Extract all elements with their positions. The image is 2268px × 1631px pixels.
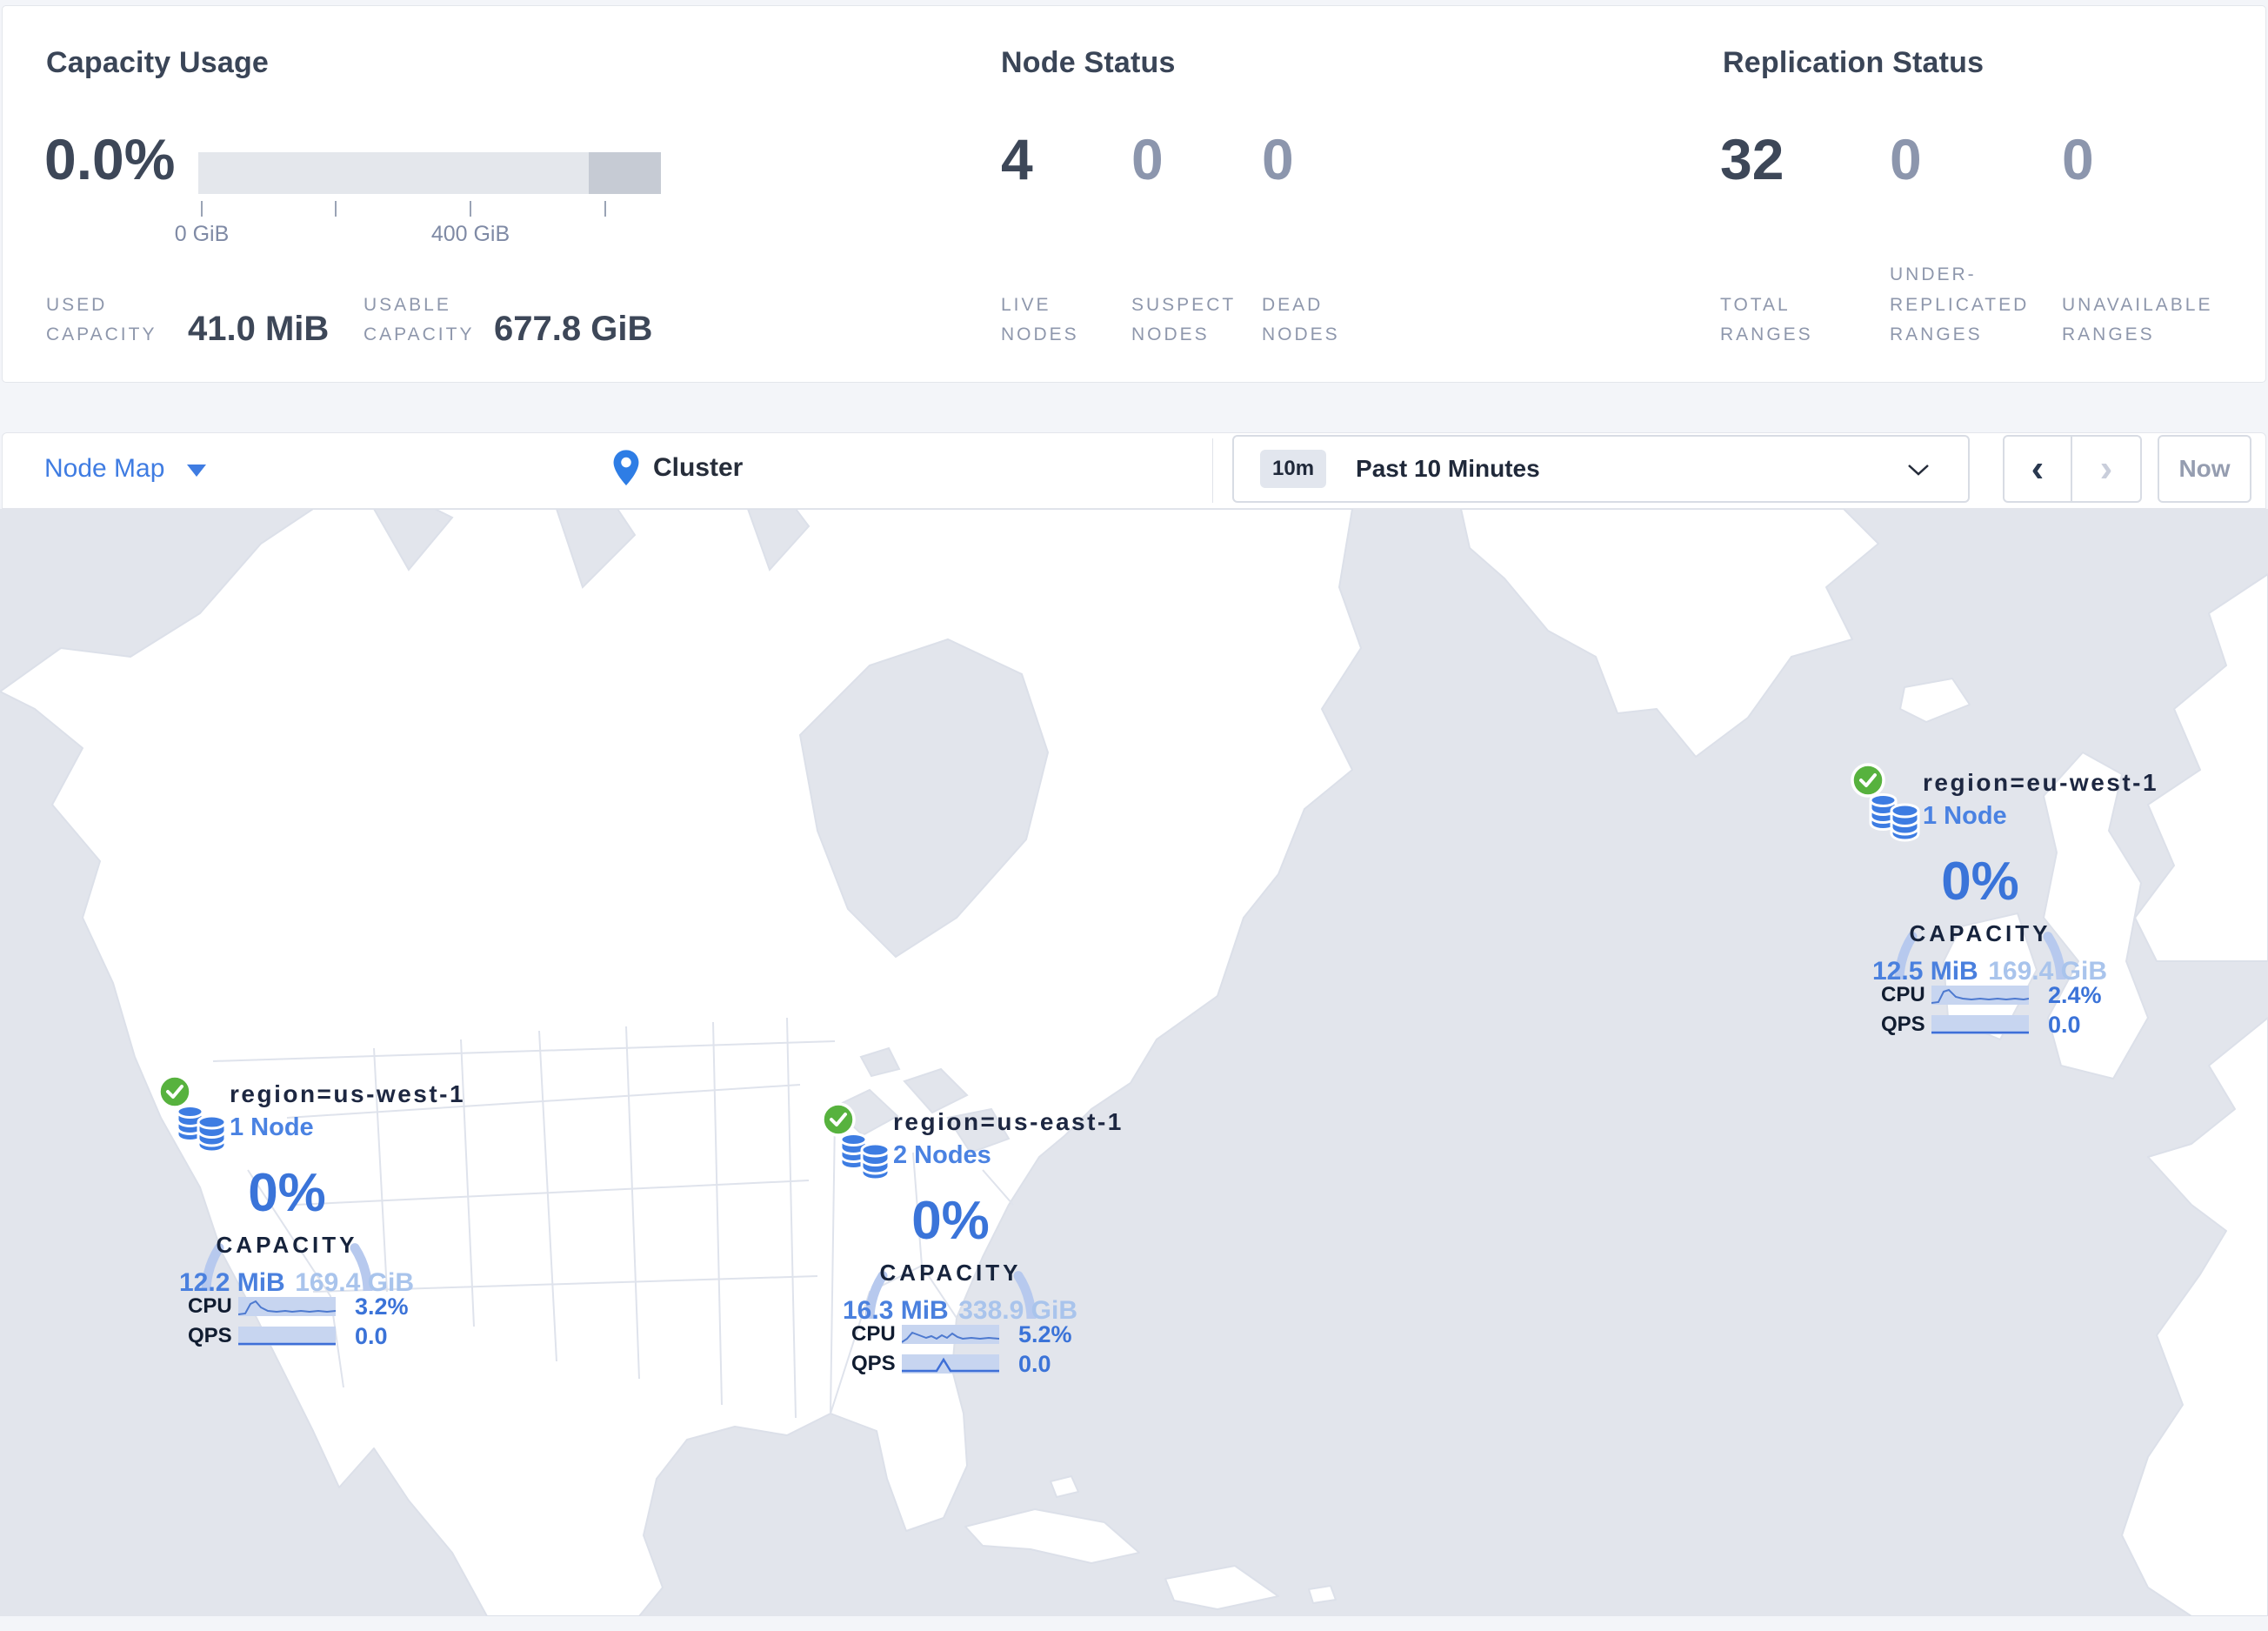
- capacity-gauge: 0% CAPACITY: [200, 1117, 374, 1291]
- time-prev-button[interactable]: ‹: [2005, 437, 2073, 501]
- toolbar-divider: [1212, 438, 1213, 503]
- used-capacity: 12.2 MiB: [179, 1268, 285, 1297]
- capacity-bar-nonusable-segment: [589, 152, 661, 194]
- cpu-label: CPU: [1881, 983, 1925, 1006]
- capacity-axis-label-0: 0 GiB: [174, 222, 230, 246]
- under-replicated-ranges-value: 0: [1890, 127, 1922, 191]
- capacity-usage-title: Capacity Usage: [46, 46, 270, 79]
- usable-capacity-label: USABLE CAPACITY: [364, 294, 475, 345]
- region-marker-us-west-1[interactable]: region=us-west-1 1 Node 0% CAPACITY 12.2…: [155, 1068, 464, 1364]
- qps-value: 0.0: [2048, 1011, 2081, 1038]
- view-selector-dropdown[interactable]: Node Map: [44, 454, 207, 484]
- cpu-value: 2.4%: [2048, 981, 2102, 1008]
- qps-label: QPS: [188, 1324, 232, 1347]
- cpu-sparkline: [1931, 986, 2029, 1005]
- capacity-used-percent: 0.0%: [44, 127, 176, 191]
- time-now-button[interactable]: Now: [2158, 435, 2251, 503]
- breadcrumb-label: Cluster: [653, 453, 744, 482]
- used-capacity: 12.5 MiB: [1872, 957, 1978, 986]
- cpu-sparkline: [238, 1297, 336, 1316]
- total-ranges-label: TOTAL RANGES: [1720, 294, 1813, 345]
- view-selector-label: Node Map: [44, 454, 165, 483]
- time-nav-group: ‹ ›: [2003, 435, 2142, 503]
- gauge-capacity-label: CAPACITY: [216, 1232, 358, 1258]
- replication-status-title: Replication Status: [1723, 46, 1984, 79]
- used-capacity-value: 41.0 MiB: [188, 310, 330, 348]
- region-label: region=eu-west-1: [1923, 769, 2159, 796]
- qps-value: 0.0: [355, 1322, 388, 1349]
- breadcrumb[interactable]: Cluster: [611, 449, 743, 487]
- time-range-dropdown[interactable]: 10m Past 10 Minutes: [1232, 435, 1970, 503]
- qps-value: 0.0: [1018, 1350, 1051, 1377]
- gauge-percent: 0%: [911, 1191, 990, 1251]
- node-status-title: Node Status: [1001, 46, 1176, 79]
- region-marker-us-east-1[interactable]: region=us-east-1 2 Nodes 0% CAPACITY 16.…: [818, 1096, 1121, 1392]
- used-capacity-label: USED CAPACITY: [46, 294, 157, 345]
- capacity-bar: [198, 152, 661, 194]
- world-map: [0, 509, 2268, 1616]
- qps-sparkline: [902, 1354, 999, 1374]
- region-marker-eu-west-1[interactable]: region=eu-west-1 1 Node 0% CAPACITY 12.5…: [1848, 757, 2157, 1053]
- live-nodes-label: LIVE NODES: [1001, 294, 1079, 345]
- cpu-sparkline: [902, 1325, 999, 1344]
- capacity-axis-tick: [604, 201, 606, 217]
- time-range-label: Past 10 Minutes: [1356, 455, 1540, 482]
- suspect-nodes-value: 0: [1131, 127, 1164, 191]
- time-next-button[interactable]: ›: [2072, 437, 2140, 501]
- cpu-label: CPU: [188, 1294, 232, 1318]
- cluster-stats-panel: Capacity Usage 0.0% 0 GiB 400 GiB USED C…: [2, 5, 2266, 383]
- capacity-gauge: 0% CAPACITY: [864, 1145, 1037, 1319]
- cpu-label: CPU: [851, 1322, 896, 1346]
- live-nodes-value: 4: [1001, 127, 1033, 191]
- region-label: region=us-west-1: [230, 1080, 466, 1107]
- capacity-gauge: 0% CAPACITY: [1893, 805, 2067, 979]
- unavailable-ranges-label: UNAVAILABLE RANGES: [2062, 294, 2213, 345]
- capacity-axis-label-400: 400 GiB: [430, 222, 510, 246]
- suspect-nodes-label: SUSPECT NODES: [1131, 294, 1236, 345]
- under-replicated-ranges-label: UNDER-REPLICATED RANGES: [1890, 264, 2030, 345]
- gauge-percent: 0%: [248, 1163, 326, 1223]
- qps-sparkline: [238, 1327, 336, 1346]
- chevron-down-icon: [187, 465, 207, 477]
- cpu-value: 5.2%: [1018, 1320, 1072, 1347]
- gauge-capacity-label: CAPACITY: [879, 1260, 1022, 1286]
- gauge-percent: 0%: [1941, 852, 2019, 912]
- qps-sparkline: [1931, 1015, 2029, 1034]
- capacity-axis-tick: [335, 201, 337, 217]
- qps-label: QPS: [851, 1352, 896, 1375]
- map-pin-icon: [613, 450, 639, 485]
- node-map: region=us-west-1 1 Node 0% CAPACITY 12.2…: [0, 509, 2268, 1616]
- qps-label: QPS: [1881, 1013, 1925, 1036]
- used-capacity: 16.3 MiB: [843, 1296, 949, 1325]
- gauge-capacity-label: CAPACITY: [1909, 920, 2051, 946]
- capacity-axis-tick: [201, 201, 203, 217]
- region-label: region=us-east-1: [893, 1108, 1124, 1135]
- capacity-axis-tick: [470, 201, 471, 217]
- usable-capacity-value: 677.8 GiB: [494, 310, 653, 348]
- time-range-badge: 10m: [1260, 450, 1327, 488]
- map-toolbar: Node Map Cluster 10m Past 10 Minutes ‹ ›…: [2, 432, 2266, 509]
- cpu-value: 3.2%: [355, 1293, 409, 1320]
- dead-nodes-label: DEAD NODES: [1262, 294, 1340, 345]
- chevron-down-icon: [1908, 465, 1929, 476]
- unavailable-ranges-value: 0: [2062, 127, 2094, 191]
- total-ranges-value: 32: [1720, 127, 1784, 191]
- dead-nodes-value: 0: [1262, 127, 1294, 191]
